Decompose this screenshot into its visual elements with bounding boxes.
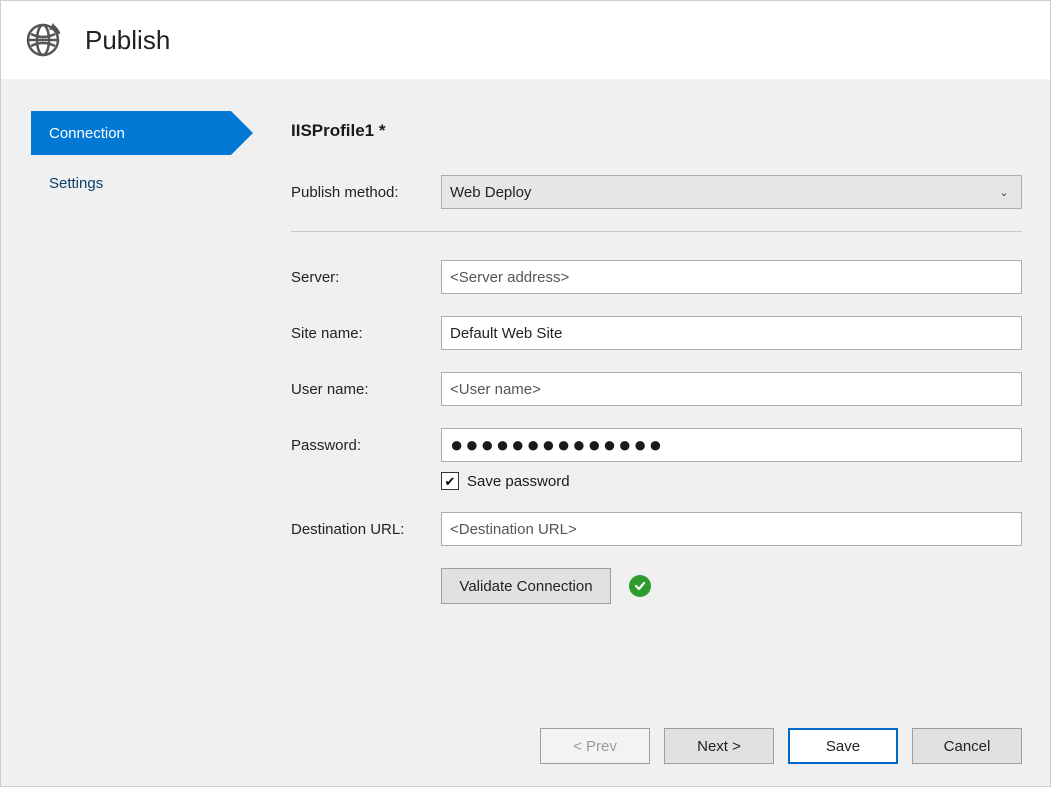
sidebar-item-connection[interactable]: Connection	[31, 111, 231, 155]
window-title: Publish	[85, 25, 170, 56]
prev-button: < Prev	[540, 728, 650, 764]
sidebar: Connection Settings	[1, 111, 251, 718]
sidebar-item-label: Connection	[49, 125, 125, 142]
row-site-name: Site name:	[291, 316, 1022, 350]
row-validate: Validate Connection	[441, 568, 1022, 604]
publish-method-select[interactable]: Web Deploy ⌄	[441, 175, 1022, 209]
publish-dialog: Publish Connection Settings IISProfile1 …	[0, 0, 1051, 787]
site-name-input[interactable]	[441, 316, 1022, 350]
validation-success-icon	[629, 575, 651, 597]
save-button[interactable]: Save	[788, 728, 898, 764]
server-input[interactable]	[441, 260, 1022, 294]
row-publish-method: Publish method: Web Deploy ⌄	[291, 175, 1022, 209]
next-button[interactable]: Next >	[664, 728, 774, 764]
footer: < Prev Next > Save Cancel	[1, 718, 1050, 786]
divider	[291, 231, 1022, 232]
row-save-password: ✔ Save password	[441, 472, 1022, 490]
row-user-name: User name:	[291, 372, 1022, 406]
content-panel: IISProfile1 * Publish method: Web Deploy…	[251, 111, 1022, 718]
check-icon: ✔	[445, 475, 456, 488]
chevron-down-icon: ⌄	[995, 186, 1013, 199]
password-masked: ●●●●●●●●●●●●●●	[450, 428, 664, 462]
destination-url-input[interactable]	[441, 512, 1022, 546]
label-destination-url: Destination URL:	[291, 521, 441, 538]
label-save-password: Save password	[467, 473, 570, 490]
label-publish-method: Publish method:	[291, 184, 441, 201]
label-server: Server:	[291, 269, 441, 286]
password-input[interactable]: ●●●●●●●●●●●●●●	[441, 428, 1022, 462]
validate-connection-button[interactable]: Validate Connection	[441, 568, 611, 604]
publish-method-value: Web Deploy	[450, 184, 995, 201]
titlebar: Publish	[1, 1, 1050, 79]
label-password: Password:	[291, 437, 441, 454]
row-destination-url: Destination URL:	[291, 512, 1022, 546]
cancel-button[interactable]: Cancel	[912, 728, 1022, 764]
dialog-body: Connection Settings IISProfile1 * Publis…	[1, 79, 1050, 786]
sidebar-item-label: Settings	[49, 175, 103, 192]
label-user-name: User name:	[291, 381, 441, 398]
user-name-input[interactable]	[441, 372, 1022, 406]
row-password: Password: ●●●●●●●●●●●●●●	[291, 428, 1022, 462]
sidebar-item-settings[interactable]: Settings	[1, 161, 251, 205]
main-row: Connection Settings IISProfile1 * Publis…	[1, 79, 1050, 718]
save-password-checkbox[interactable]: ✔	[441, 472, 459, 490]
row-server: Server:	[291, 260, 1022, 294]
profile-title: IISProfile1 *	[291, 121, 1022, 141]
globe-publish-icon	[23, 20, 63, 60]
label-site-name: Site name:	[291, 325, 441, 342]
